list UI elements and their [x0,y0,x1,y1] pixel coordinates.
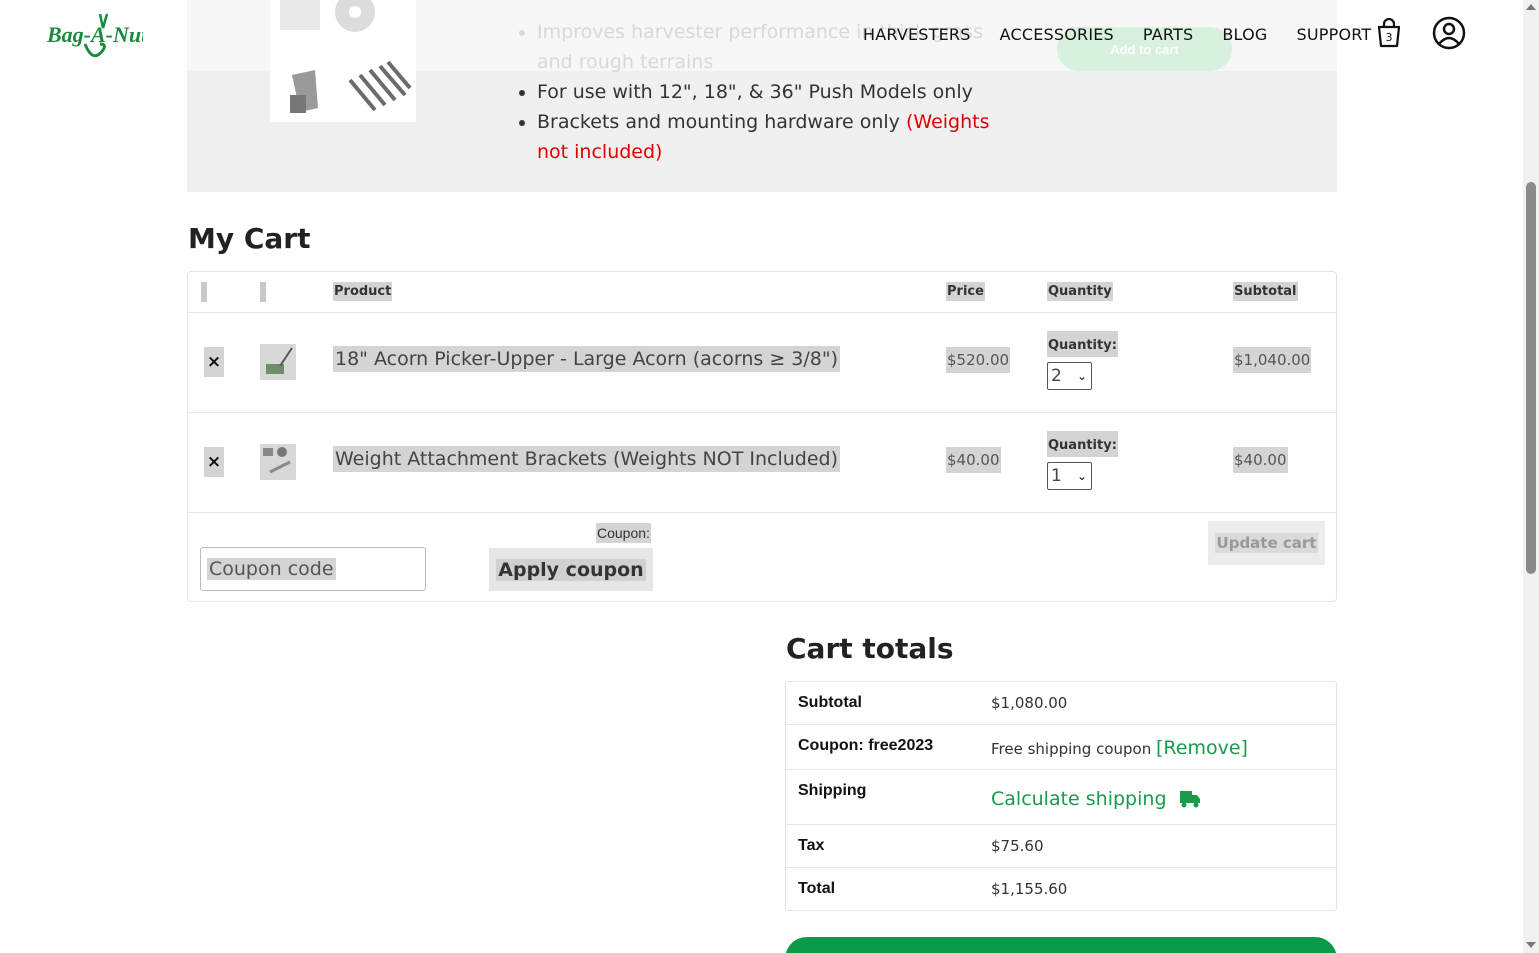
feature-item: For use with 12", 18", & 36" Push Models… [537,77,997,107]
apply-coupon-button[interactable]: Apply coupon [489,548,653,591]
divider [188,312,1336,313]
item-subtotal: $40.00 [1233,447,1288,473]
feature-item: Brackets and mounting hardware only (Wei… [537,107,997,167]
remove-column-header [201,282,207,302]
coupon-label: Coupon: [596,523,651,543]
cart-title: My Cart [188,222,311,255]
cart-totals-table: Subtotal $1,080.00 Coupon: free2023 Free… [785,681,1337,911]
item-thumbnail[interactable] [260,344,296,380]
product-image [270,0,416,122]
shopping-bag-icon[interactable]: 3 [1376,17,1402,48]
price-column-header: Price [946,282,985,301]
cart-table: Product Price Quantity Subtotal × 18" Ac… [187,271,1337,602]
quantity-label: Quantity: [1047,431,1118,457]
product-name-link[interactable]: Weight Attachment Brackets (Weights NOT … [333,446,840,472]
thumbnail-column-header [260,282,266,302]
coupon-description: Free shipping coupon [991,740,1152,758]
main-nav: HARVESTERS ACCESSORIES PARTS BLOG SUPPOR… [863,25,1400,44]
nav-support[interactable]: SUPPORT [1297,25,1372,44]
divider [188,412,1336,413]
quantity-label: Quantity: [1047,331,1118,357]
scroll-up-arrow[interactable] [1526,4,1536,10]
remove-item-button[interactable]: × [204,347,224,377]
quantity-column-header: Quantity [1047,282,1113,301]
coupon-row: Coupon: free2023 Free shipping coupon [R… [786,725,1336,770]
update-cart-button[interactable]: Update cart [1208,521,1325,565]
nav-accessories[interactable]: ACCESSORIES [1000,25,1114,44]
proceed-to-checkout-button[interactable] [785,937,1337,953]
subtotal-value: $1,080.00 [991,694,1068,712]
product-column-header: Product [333,282,393,301]
total-row: Total $1,155.60 [798,880,1068,898]
page-scrollbar[interactable] [1523,0,1539,953]
item-price: $520.00 [946,347,1011,373]
remove-coupon-link[interactable]: [Remove] [1156,737,1248,759]
cart-count-badge: 3 [1386,31,1393,44]
shipping-row: Shipping Calculate shipping [786,770,1336,825]
item-thumbnail[interactable] [260,444,296,480]
tax-value: $75.60 [991,837,1044,855]
svg-text:Bag-A-Nut: Bag-A-Nut [46,22,143,47]
scroll-down-arrow[interactable] [1526,942,1536,948]
subtotal-column-header: Subtotal [1233,282,1298,301]
bag-a-nut-logo[interactable]: Bag-A-Nut [45,8,148,64]
tax-row: Tax $75.60 [786,825,1336,868]
divider [188,512,1336,513]
item-price: $40.00 [946,447,1001,473]
cart-totals-title: Cart totals [786,632,954,665]
account-icon[interactable] [1432,16,1466,50]
scrollbar-thumb[interactable] [1526,182,1536,574]
remove-item-button[interactable]: × [204,447,224,477]
product-name-link[interactable]: 18" Acorn Picker-Upper - Large Acorn (ac… [333,346,841,372]
coupon-code-input[interactable]: Coupon code [200,547,426,591]
calculate-shipping-link[interactable]: Calculate shipping [991,788,1167,810]
subtotal-row: Subtotal $1,080.00 [786,682,1336,725]
nav-parts[interactable]: PARTS [1143,25,1193,44]
nav-blog[interactable]: BLOG [1222,25,1267,44]
quantity-select[interactable]: 1 ⌄ [1047,462,1092,490]
nav-harvesters[interactable]: HARVESTERS [863,25,971,44]
chevron-down-icon: ⌄ [1076,369,1087,383]
chevron-down-icon: ⌄ [1076,469,1087,483]
item-subtotal: $1,040.00 [1233,347,1312,373]
total-value: $1,155.60 [991,880,1068,898]
quantity-select[interactable]: 2 ⌄ [1047,362,1092,390]
truck-icon [1179,791,1200,808]
